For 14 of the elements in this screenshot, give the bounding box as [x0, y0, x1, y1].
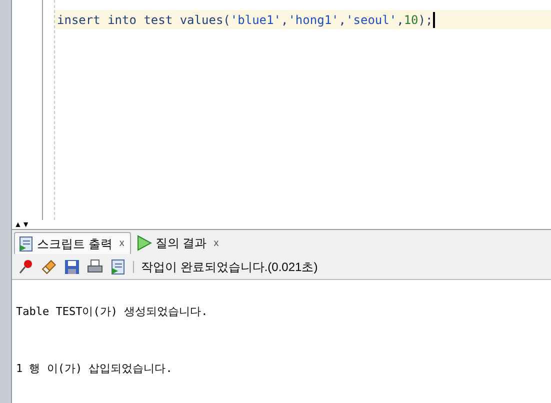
- document-run-icon[interactable]: [110, 258, 126, 274]
- splitter-arrows[interactable]: ▲▼: [12, 220, 30, 229]
- play-icon: [136, 235, 152, 251]
- close-icon[interactable]: x: [214, 236, 219, 250]
- pushpin-icon[interactable]: [18, 258, 34, 274]
- output-line: Table TEST이(가) 생성되었습니다.: [16, 304, 209, 320]
- text-cursor: [432, 12, 435, 28]
- document-run-icon: [18, 236, 34, 252]
- save-icon[interactable]: [64, 258, 80, 274]
- close-icon[interactable]: x: [119, 236, 124, 251]
- status-message: 작업이 완료되었습니다.(0.021초): [141, 258, 318, 276]
- tab[interactable]: 스크립트 출력 x: [14, 232, 132, 254]
- output-line: 1 행 이(가) 삽입되었습니다.: [16, 360, 174, 376]
- print-icon[interactable]: [87, 258, 103, 274]
